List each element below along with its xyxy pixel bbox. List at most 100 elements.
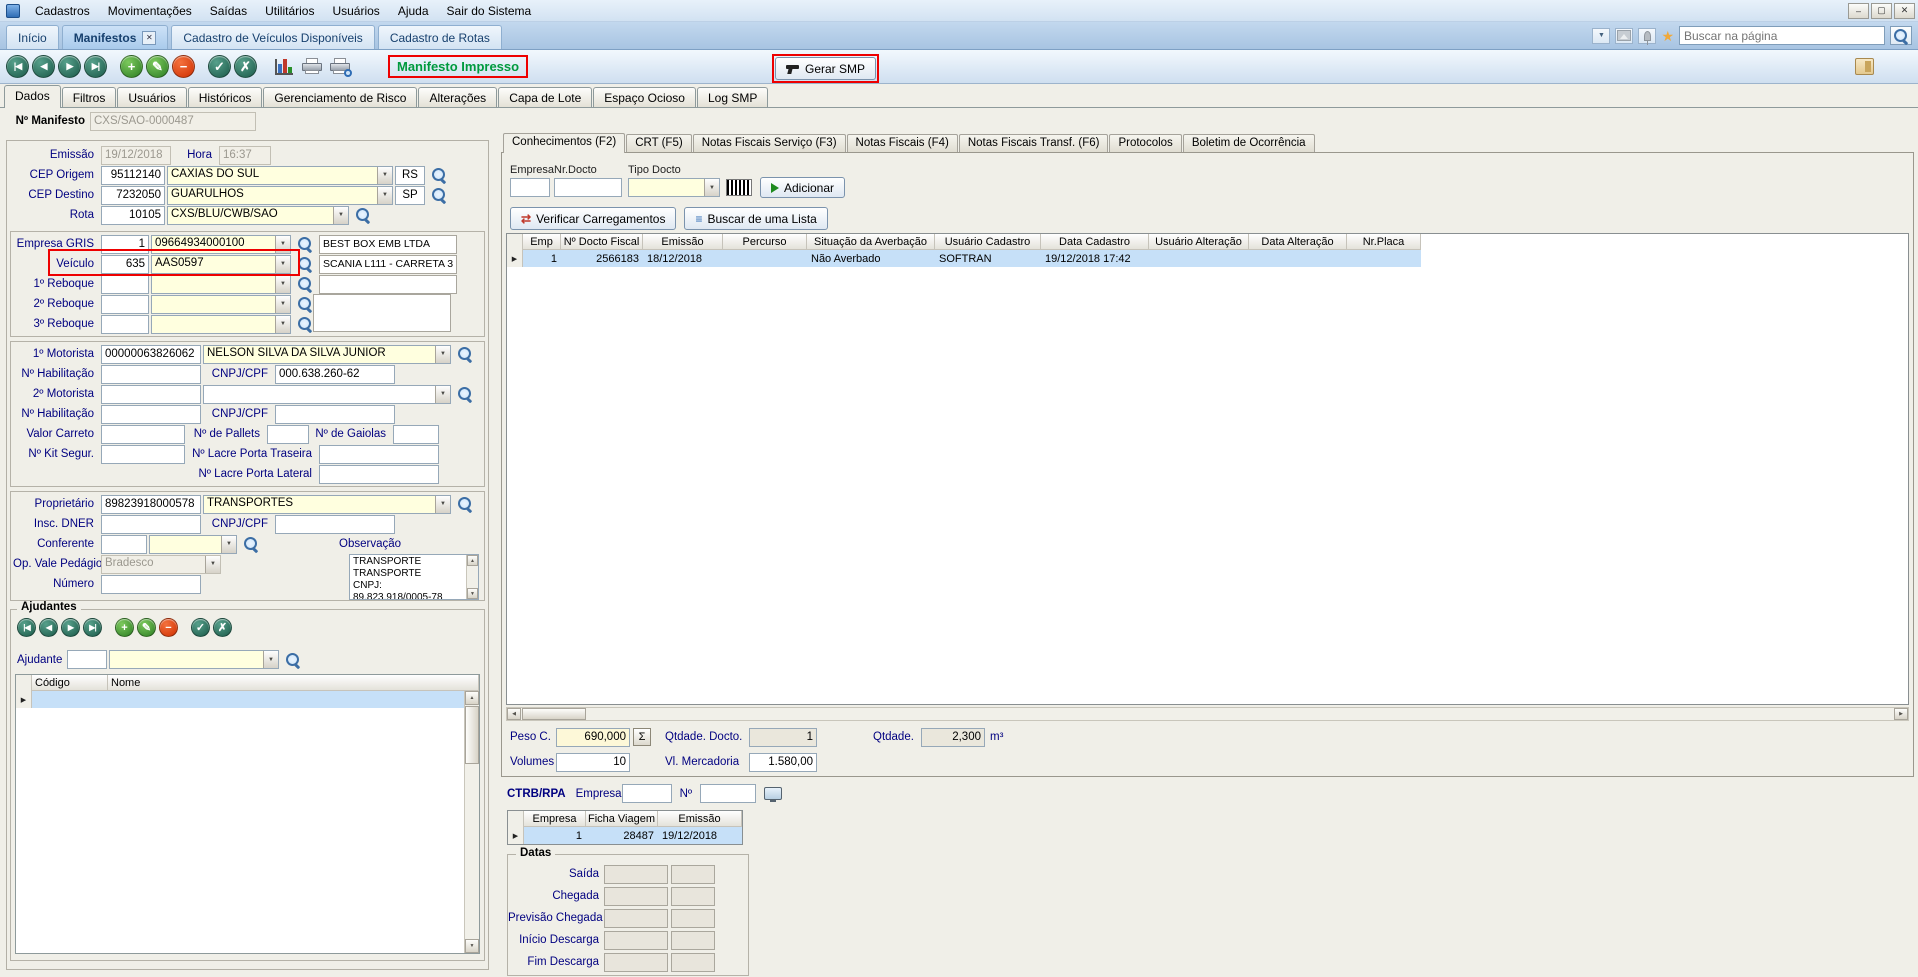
tab-conhecimentos[interactable]: Conhecimentos (F2): [503, 133, 626, 153]
dropdown-arrow-icon[interactable]: [275, 315, 290, 333]
dropdown-arrow-icon[interactable]: [333, 206, 348, 224]
cep-destino-field[interactable]: 7232050: [101, 185, 165, 205]
scroll-up-icon[interactable]: [467, 555, 478, 566]
saida-hora-field[interactable]: [671, 864, 715, 884]
ajudante-confirm-button[interactable]: ✓: [191, 618, 210, 637]
column-header[interactable]: Situação da Averbação: [807, 234, 935, 250]
insc-dner-field[interactable]: [101, 514, 201, 534]
menu-item-ajuda[interactable]: Ajuda: [389, 2, 438, 20]
maximize-button[interactable]: ▢: [1871, 2, 1892, 19]
reboque1-codigo-field[interactable]: [101, 274, 149, 294]
reboque3-lookup-icon[interactable]: [297, 316, 313, 332]
cidade-origem-combo[interactable]: CAXIAS DO SUL: [167, 165, 393, 185]
dropdown-arrow-icon[interactable]: [275, 275, 290, 293]
dropdown-arrow-icon[interactable]: [435, 385, 450, 403]
delete-record-button[interactable]: −: [172, 55, 195, 78]
menu-item-movimentacoes[interactable]: Movimentações: [99, 2, 201, 20]
monitor-icon[interactable]: [763, 787, 782, 802]
proprietario-combo[interactable]: TRANSPORTES: [203, 494, 451, 514]
scrollbar-thumb[interactable]: [522, 708, 586, 720]
tab-notas-fiscais[interactable]: Notas Fiscais (F4): [846, 134, 958, 152]
cnpj-cpf1-field[interactable]: 000.638.260-62: [275, 364, 395, 384]
column-header[interactable]: Nº Docto Fiscal: [561, 234, 643, 250]
motorista1-combo[interactable]: NELSON SILVA DA SILVA JUNIOR: [203, 344, 451, 364]
next-record-button[interactable]: ▶: [58, 55, 81, 78]
scroll-right-icon[interactable]: [1894, 708, 1908, 720]
column-header[interactable]: Nr.Placa: [1347, 234, 1421, 250]
column-header[interactable]: Usuário Cadastro: [935, 234, 1041, 250]
emissao-field[interactable]: 19/12/2018: [101, 145, 171, 165]
scrollbar-thumb[interactable]: [465, 706, 479, 764]
fim-descarga-data-field[interactable]: [604, 952, 668, 972]
empresa-gris-combo[interactable]: 09664934000100: [151, 234, 291, 254]
conferente-combo[interactable]: [149, 534, 237, 554]
tab-usuarios[interactable]: Usuários: [117, 87, 187, 107]
previous-record-button[interactable]: ◀: [32, 55, 55, 78]
column-header[interactable]: Emp: [523, 234, 561, 250]
grid-horizontal-scrollbar[interactable]: [506, 707, 1909, 721]
dropdown-arrow-icon[interactable]: [205, 555, 220, 573]
edit-record-button[interactable]: ✎: [146, 55, 169, 78]
tab-filtros[interactable]: Filtros: [61, 87, 117, 107]
tab-crt[interactable]: CRT (F5): [626, 134, 692, 152]
ajudante-combo[interactable]: [109, 650, 279, 669]
chegada-data-field[interactable]: [604, 886, 668, 906]
ajudante-add-button[interactable]: +: [115, 618, 134, 637]
add-record-button[interactable]: +: [120, 55, 143, 78]
ajudante-edit-button[interactable]: ✎: [137, 618, 156, 637]
kit-segur-field[interactable]: [101, 444, 185, 464]
habilitacao1-field[interactable]: [101, 364, 201, 384]
reboque2-lookup-icon[interactable]: [297, 296, 313, 312]
ajudante-lookup-icon[interactable]: [285, 652, 301, 668]
reboque2-combo[interactable]: [151, 294, 291, 314]
sigma-button[interactable]: Σ: [633, 728, 651, 746]
proprietario-lookup-icon[interactable]: [457, 496, 473, 512]
verificar-carregamentos-button[interactable]: ⇄ Verificar Carregamentos: [510, 207, 677, 230]
dropdown-arrow-icon[interactable]: [377, 186, 392, 204]
confirm-button[interactable]: ✓: [208, 55, 231, 78]
motorista2-combo[interactable]: [203, 384, 451, 404]
tab-protocolos[interactable]: Protocolos: [1109, 134, 1182, 152]
image-icon[interactable]: [1615, 27, 1634, 44]
motorista1-lookup-icon[interactable]: [457, 346, 473, 362]
dropdown-arrow-icon[interactable]: [377, 166, 392, 184]
column-header[interactable]: Empresa: [524, 811, 586, 827]
column-header[interactable]: Emissão: [643, 234, 723, 250]
veiculo-placa-combo[interactable]: AAS0597: [151, 254, 291, 274]
dropdown-arrow-icon[interactable]: [263, 651, 278, 668]
ajudante-first-button[interactable]: |◀: [17, 618, 36, 637]
ajudante-previous-button[interactable]: ◀: [39, 618, 58, 637]
inicio-descarga-hora-field[interactable]: [671, 930, 715, 950]
scroll-left-icon[interactable]: [507, 708, 521, 720]
tab-nf-transf[interactable]: Notas Fiscais Transf. (F6): [958, 134, 1109, 152]
column-header[interactable]: Ficha Viagem: [586, 811, 658, 827]
ajudante-cancel-button[interactable]: ✗: [213, 618, 232, 637]
column-header[interactable]: Data Alteração: [1249, 234, 1347, 250]
saida-data-field[interactable]: [604, 864, 668, 884]
dropdown-arrow-icon[interactable]: [275, 235, 290, 253]
lacre-traseira-field[interactable]: [319, 444, 439, 464]
tab-nf-servico[interactable]: Notas Fiscais Serviço (F3): [692, 134, 846, 152]
ajudantes-scrollbar[interactable]: [464, 691, 479, 953]
dropdown-arrow-icon[interactable]: [275, 295, 290, 313]
find-on-page-input[interactable]: [1679, 26, 1885, 45]
fim-descarga-hora-field[interactable]: [671, 952, 715, 972]
first-record-button[interactable]: |◀: [6, 55, 29, 78]
ajudantes-empty-row[interactable]: ▶: [16, 691, 464, 708]
gaiolas-field[interactable]: [393, 424, 439, 444]
chart-icon[interactable]: [270, 55, 298, 79]
numero-field[interactable]: [101, 574, 201, 594]
nr-docto-field[interactable]: [554, 178, 622, 197]
reboque3-combo[interactable]: [151, 314, 291, 334]
ajudante-next-button[interactable]: ▶: [61, 618, 80, 637]
lacre-lateral-field[interactable]: [319, 464, 439, 484]
rota-combo[interactable]: CXS/BLU/CWB/SAO: [167, 205, 349, 225]
rota-lookup-icon[interactable]: [355, 207, 371, 223]
find-button[interactable]: [1890, 26, 1912, 45]
op-vale-pedagio-combo[interactable]: Bradesco: [101, 554, 221, 574]
close-button[interactable]: ✕: [1894, 2, 1915, 19]
tab-gerenciamento-risco[interactable]: Gerenciamento de Risco: [263, 87, 418, 107]
column-header-codigo[interactable]: Código: [32, 675, 108, 691]
minimize-button[interactable]: –: [1848, 2, 1869, 19]
dropdown-arrow-icon[interactable]: [275, 255, 290, 273]
